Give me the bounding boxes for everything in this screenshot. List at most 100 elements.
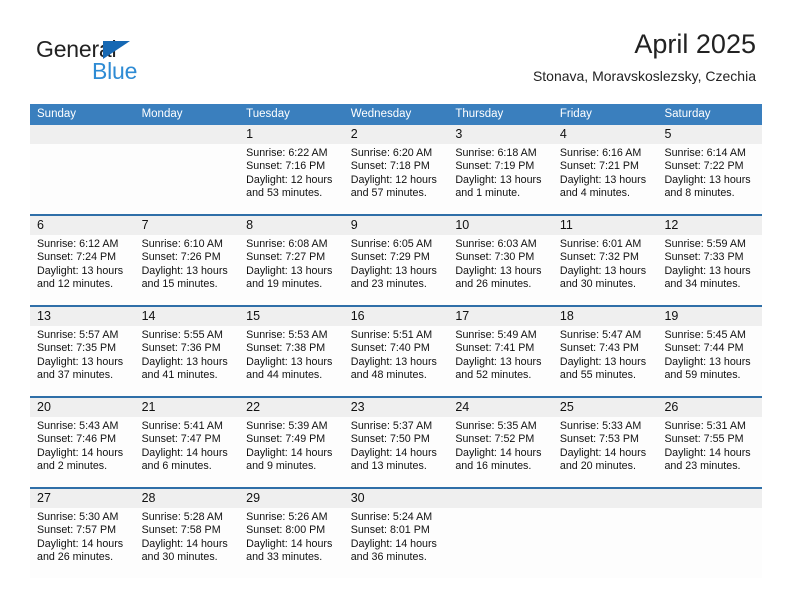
sunrise-text: Sunrise: 6:12 AM xyxy=(37,238,119,250)
day-number-4[interactable]: 4 xyxy=(553,125,658,144)
day-cell-27[interactable]: Sunrise: 5:30 AM Sunset: 7:57 PM Daylight:… xyxy=(30,508,135,578)
day-cell-10[interactable]: Sunrise: 6:03 AM Sunset: 7:30 PM Daylight:… xyxy=(448,235,553,305)
day-cell-16[interactable]: Sunrise: 5:51 AM Sunset: 7:40 PM Daylight:… xyxy=(344,326,449,396)
day-number-5[interactable]: 5 xyxy=(657,125,762,144)
day-number-22[interactable]: 22 xyxy=(239,398,344,417)
weekday-header-tuesday: Tuesday xyxy=(246,108,290,120)
day-cell-empty xyxy=(553,508,658,578)
daylight-text: Daylight: 13 hours and 55 minutes. xyxy=(559,355,647,381)
daylight-text: Daylight: 14 hours and 23 minutes. xyxy=(664,446,751,472)
day-number-15[interactable]: 15 xyxy=(239,307,344,326)
calendar-weeks: 1 2 3 4 5 Sunrise: 6:22 AM Sunset: 7:16 PM Dayl… xyxy=(30,125,762,578)
day-cell-22[interactable]: Sunrise: 5:39 AM Sunset: 7:49 PM Daylight:… xyxy=(239,417,344,487)
day-number-30[interactable]: 30 xyxy=(344,489,449,508)
day-cell-29[interactable]: Sunrise: 5:26 AM Sunset: 8:00 PM Daylight:… xyxy=(239,508,344,578)
day-cell-11[interactable]: Sunrise: 6:01 AM Sunset: 7:32 PM Daylight:… xyxy=(553,235,658,305)
day-number-13[interactable]: 13 xyxy=(30,307,135,326)
day-number-6[interactable]: 6 xyxy=(30,216,135,235)
daylight-text: Daylight: 14 hours and 26 minutes. xyxy=(37,537,124,563)
day-number-16[interactable]: 16 xyxy=(344,307,449,326)
day-cell-2[interactable]: Sunrise: 6:20 AM Sunset: 7:18 PM Daylight:… xyxy=(344,144,449,214)
day-info-band: Sunrise: 5:43 AM Sunset: 7:46 PM Daylight:… xyxy=(30,417,762,487)
sunset-text: Sunset: 7:32 PM xyxy=(559,251,639,264)
day-cell-21[interactable]: Sunrise: 5:41 AM Sunset: 7:47 PM Daylight:… xyxy=(135,417,240,487)
day-number-27[interactable]: 27 xyxy=(30,489,135,508)
day-number-9[interactable]: 9 xyxy=(344,216,449,235)
date-number-band: 20 21 22 23 24 25 26 xyxy=(30,398,762,417)
day-cell-4[interactable]: Sunrise: 6:16 AM Sunset: 7:21 PM Daylight:… xyxy=(553,144,658,214)
sunrise-text: Sunrise: 5:41 AM xyxy=(141,420,223,432)
sunrise-text: Sunrise: 5:59 AM xyxy=(664,238,746,250)
day-cell-1[interactable]: Sunrise: 6:22 AM Sunset: 7:16 PM Daylight:… xyxy=(239,144,344,214)
day-number-7[interactable]: 7 xyxy=(135,216,240,235)
day-number-18[interactable]: 18 xyxy=(553,307,658,326)
day-number-28[interactable]: 28 xyxy=(135,489,240,508)
sunrise-text: Sunrise: 6:18 AM xyxy=(455,147,537,159)
sunset-text: Sunset: 7:22 PM xyxy=(664,160,744,173)
day-number-21[interactable]: 21 xyxy=(135,398,240,417)
sunset-text: Sunset: 7:50 PM xyxy=(350,433,430,446)
day-cell-24[interactable]: Sunrise: 5:35 AM Sunset: 7:52 PM Daylight:… xyxy=(448,417,553,487)
day-cell-5[interactable]: Sunrise: 6:14 AM Sunset: 7:22 PM Daylight:… xyxy=(657,144,762,214)
calendar-week-row: 20 21 22 23 24 25 26 Sunrise: 5:43 AM Sunset: 7:… xyxy=(30,396,762,487)
day-cell-8[interactable]: Sunrise: 6:08 AM Sunset: 7:27 PM Daylight:… xyxy=(239,235,344,305)
day-cell-14[interactable]: Sunrise: 5:55 AM Sunset: 7:36 PM Daylight:… xyxy=(135,326,240,396)
page-title: April 2025 xyxy=(634,29,756,59)
day-cell-25[interactable]: Sunrise: 5:33 AM Sunset: 7:53 PM Daylight:… xyxy=(553,417,658,487)
day-number-26[interactable]: 26 xyxy=(657,398,762,417)
day-cell-28[interactable]: Sunrise: 5:28 AM Sunset: 7:58 PM Daylight:… xyxy=(135,508,240,578)
day-number-29[interactable]: 29 xyxy=(239,489,344,508)
day-cell-6[interactable]: Sunrise: 6:12 AM Sunset: 7:24 PM Daylight:… xyxy=(30,235,135,305)
sunrise-text: Sunrise: 6:14 AM xyxy=(664,147,746,159)
page-header: General Blue April 2025 Stonava, Moravsk… xyxy=(0,0,792,84)
sunrise-text: Sunrise: 6:05 AM xyxy=(350,238,433,250)
sunset-text: Sunset: 7:57 PM xyxy=(37,524,117,537)
day-number-2[interactable]: 2 xyxy=(344,125,449,144)
day-cell-17[interactable]: Sunrise: 5:49 AM Sunset: 7:41 PM Daylight:… xyxy=(448,326,553,396)
daylight-text: Daylight: 13 hours and 37 minutes. xyxy=(37,355,124,381)
day-number-10[interactable]: 10 xyxy=(448,216,553,235)
day-cell-13[interactable]: Sunrise: 5:57 AM Sunset: 7:35 PM Daylight:… xyxy=(30,326,135,396)
day-cell-30[interactable]: Sunrise: 5:24 AM Sunset: 8:01 PM Daylight:… xyxy=(344,508,449,578)
day-number-3[interactable]: 3 xyxy=(448,125,553,144)
day-number-17[interactable]: 17 xyxy=(448,307,553,326)
day-cell-empty xyxy=(135,144,240,214)
sunset-text: Sunset: 7:35 PM xyxy=(37,342,117,355)
day-cell-26[interactable]: Sunrise: 5:31 AM Sunset: 7:55 PM Daylight:… xyxy=(657,417,762,487)
sunrise-text: Sunrise: 5:28 AM xyxy=(141,511,223,523)
day-cell-3[interactable]: Sunrise: 6:18 AM Sunset: 7:19 PM Daylight:… xyxy=(448,144,553,214)
calendar-week-row: 1 2 3 4 5 Sunrise: 6:22 AM Sunset: 7:16 PM Dayl… xyxy=(30,125,762,214)
day-number-19[interactable]: 19 xyxy=(657,307,762,326)
day-cell-12[interactable]: Sunrise: 5:59 AM Sunset: 7:33 PM Daylight:… xyxy=(657,235,762,305)
day-info-band: Sunrise: 5:30 AM Sunset: 7:57 PM Daylight:… xyxy=(30,508,762,578)
sunrise-text: Sunrise: 5:43 AM xyxy=(37,420,119,432)
day-cell-empty xyxy=(30,144,135,214)
day-number-14[interactable]: 14 xyxy=(135,307,240,326)
day-cell-18[interactable]: Sunrise: 5:47 AM Sunset: 7:43 PM Daylight:… xyxy=(553,326,658,396)
sunrise-text: Sunrise: 5:53 AM xyxy=(246,329,328,341)
general-blue-logo[interactable]: General Blue xyxy=(36,36,166,84)
sunset-text: Sunset: 7:55 PM xyxy=(664,433,744,446)
day-number-12[interactable]: 12 xyxy=(657,216,762,235)
daylight-text: Daylight: 13 hours and 1 minute. xyxy=(455,173,542,199)
day-cell-23[interactable]: Sunrise: 5:37 AM Sunset: 7:50 PM Daylight:… xyxy=(344,417,449,487)
day-cell-9[interactable]: Sunrise: 6:05 AM Sunset: 7:29 PM Daylight:… xyxy=(344,235,449,305)
day-number-8[interactable]: 8 xyxy=(239,216,344,235)
day-number-1[interactable]: 1 xyxy=(239,125,344,144)
day-number-11[interactable]: 11 xyxy=(553,216,658,235)
weekday-header-row: Sunday Monday Tuesday Wednesday Thursday Frid… xyxy=(30,104,762,125)
sunset-text: Sunset: 7:53 PM xyxy=(559,433,639,446)
day-number-empty xyxy=(30,125,135,144)
sunset-text: Sunset: 7:33 PM xyxy=(664,251,744,264)
daylight-text: Daylight: 13 hours and 8 minutes. xyxy=(664,173,751,199)
day-cell-20[interactable]: Sunrise: 5:43 AM Sunset: 7:46 PM Daylight:… xyxy=(30,417,135,487)
date-number-band: 12345 xyxy=(30,125,762,144)
day-cell-7[interactable]: Sunrise: 6:10 AM Sunset: 7:26 PM Daylight:… xyxy=(135,235,240,305)
day-number-25[interactable]: 25 xyxy=(553,398,658,417)
day-number-20[interactable]: 20 xyxy=(30,398,135,417)
day-cell-15[interactable]: Sunrise: 5:53 AM Sunset: 7:38 PM Daylight:… xyxy=(239,326,344,396)
day-number-23[interactable]: 23 xyxy=(344,398,449,417)
day-number-empty xyxy=(553,489,658,508)
day-cell-19[interactable]: Sunrise: 5:45 AM Sunset: 7:44 PM Daylight:… xyxy=(657,326,762,396)
day-number-24[interactable]: 24 xyxy=(448,398,553,417)
